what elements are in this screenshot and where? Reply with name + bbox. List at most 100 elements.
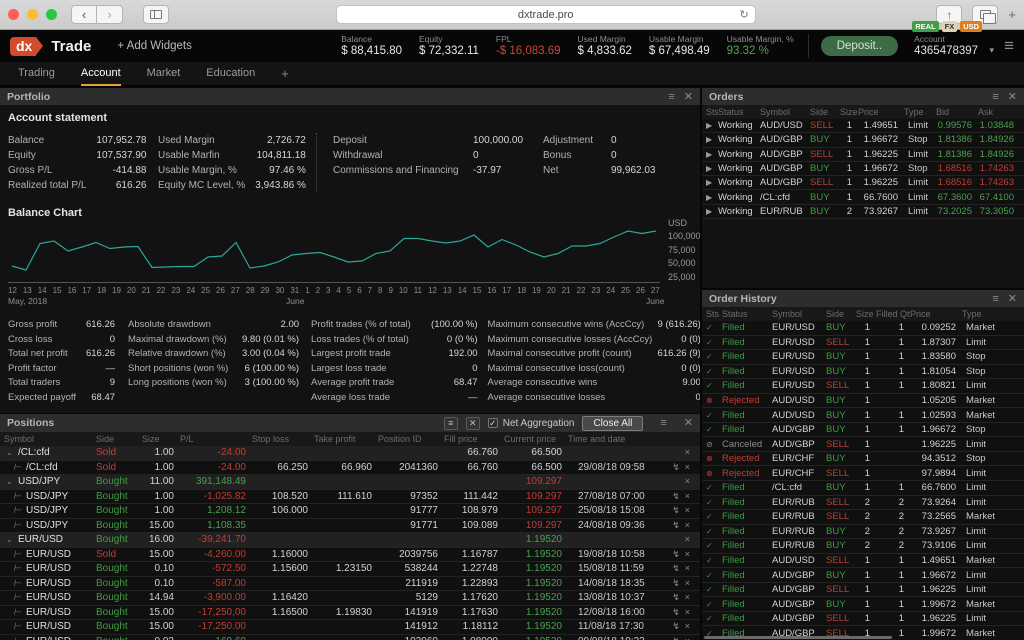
row-expand-icon[interactable]: ⊢ (12, 520, 22, 531)
column-header[interactable]: Sts (706, 309, 722, 319)
column-header[interactable]: Status (718, 107, 760, 117)
row-expand-icon[interactable]: ⊢ (12, 491, 22, 502)
position-row[interactable]: ⌄USD/JPY Bought 11.00 391,148.49 109.297… (0, 475, 700, 490)
row-expand-icon[interactable]: ⊢ (12, 621, 22, 632)
position-row[interactable]: ⊢EUR/USD Bought 15.00 -17,250,00 1.16500… (0, 606, 700, 621)
order-row[interactable]: ▶ Working AUD/GBP SELL 1 1.96225 Limit 1… (702, 176, 1024, 190)
order-history-row[interactable]: ✓ Filled AUD/GBP BUY 1 1 1.96672 Stop (702, 423, 1024, 438)
panel-menu-icon[interactable]: ≡ (660, 418, 666, 428)
position-row[interactable]: ⊢USD/JPY Bought 15.00 1,108.35 91771 109… (0, 519, 700, 534)
order-history-row[interactable]: ⊘ Canceled AUD/GBP SELL 1 1.96225 Limit (702, 437, 1024, 452)
add-widgets-button[interactable]: + Add Widgets (117, 40, 191, 52)
main-menu-icon[interactable]: ≡ (1004, 38, 1014, 54)
reverse-position-icon[interactable]: ↯ (672, 549, 680, 559)
column-header[interactable]: Time and date (568, 434, 660, 444)
position-row[interactable]: ⊢/CL:cfd Sold 1.00 -24.00 66.250 66.960 … (0, 461, 700, 476)
close-position-icon[interactable]: × (685, 534, 690, 544)
order-history-row[interactable]: ✓ Filled EUR/RUB SELL 2 2 73.2565 Market (702, 510, 1024, 525)
order-row[interactable]: ▶ Working AUD/GBP BUY 1 1.96672 Stop 1.8… (702, 133, 1024, 147)
column-header[interactable]: Price (910, 309, 962, 319)
close-all-button[interactable]: Close All (582, 416, 643, 431)
column-header[interactable]: Status (722, 309, 772, 319)
expand-row-icon[interactable]: ▶ (706, 193, 718, 202)
position-row[interactable]: ⊢EUR/USD Bought 0.10 -572.50 1.15600 1.2… (0, 562, 700, 577)
order-row[interactable]: ▶ Working EUR/RUB BUY 2 73.9267 Limit 73… (702, 205, 1024, 219)
panel-menu-icon[interactable]: ≡ (992, 294, 998, 304)
order-history-row[interactable]: ✓ Filled EUR/RUB BUY 2 2 73.9106 Limit (702, 539, 1024, 554)
minimize-window-button[interactable] (27, 9, 38, 20)
column-header[interactable]: Size (142, 434, 180, 444)
expand-row-icon[interactable]: ▶ (706, 178, 718, 187)
new-tab-button[interactable]: + (1008, 7, 1016, 22)
close-position-icon[interactable]: × (685, 549, 690, 559)
reverse-position-icon[interactable]: ↯ (672, 636, 680, 640)
position-row[interactable]: ⌄/CL:cfd Sold 1.00 -24.00 66.760 66.500 … (0, 446, 700, 461)
close-position-icon[interactable]: × (685, 621, 690, 631)
expand-row-icon[interactable]: ▶ (706, 164, 718, 173)
panel-close-icon[interactable]: ✕ (1008, 92, 1017, 102)
reverse-position-icon[interactable]: ↯ (672, 520, 680, 530)
forward-button[interactable]: › (97, 5, 123, 24)
order-history-row[interactable]: ⊗ Rejected EUR/CHF BUY 1 94.3512 Stop (702, 452, 1024, 467)
column-header[interactable]: Fill price (444, 434, 504, 444)
list-view-button[interactable]: ≡ (444, 417, 458, 430)
panel-close-icon[interactable]: ✕ (1008, 294, 1017, 304)
column-header[interactable]: Type (962, 309, 1008, 319)
position-row[interactable]: ⊢EUR/USD Bought 14.94 -3,900.00 1.16420 … (0, 591, 700, 606)
order-history-row[interactable]: ✓ Filled AUD/GBP BUY 1 1 1.99672 Market (702, 597, 1024, 612)
order-history-row[interactable]: ✓ Filled EUR/RUB SELL 2 2 73.9264 Limit (702, 496, 1024, 511)
reverse-position-icon[interactable]: ↯ (672, 607, 680, 617)
order-history-row[interactable]: ✓ Filled EUR/USD BUY 1 1 1.81054 Stop (702, 365, 1024, 380)
order-history-row[interactable]: ✓ Filled AUD/GBP BUY 1 1 1.96672 Limit (702, 568, 1024, 583)
expand-row-icon[interactable]: ▶ (706, 207, 718, 216)
position-row[interactable]: ⊢USD/JPY Bought 1.00 -1,025.82 108.520 1… (0, 490, 700, 505)
close-position-icon[interactable]: × (685, 636, 690, 640)
close-position-icon[interactable]: × (685, 491, 690, 501)
horizontal-scrollbar[interactable] (704, 636, 892, 639)
column-header[interactable]: Position ID (378, 434, 444, 444)
order-history-row[interactable]: ✓ Filled AUD/GBP SELL 1 1 1.96225 Limit (702, 583, 1024, 598)
column-header[interactable]: Symbol (772, 309, 826, 319)
close-position-icon[interactable]: × (685, 520, 690, 530)
column-header[interactable]: Symbol (760, 107, 810, 117)
workspace-tab[interactable]: Market (147, 62, 181, 86)
order-history-row[interactable]: ✓ Filled AUD/USD SELL 1 1 1.49651 Market (702, 554, 1024, 569)
order-history-row[interactable]: ✓ Filled AUD/USD BUY 1 1 1.02593 Market (702, 408, 1024, 423)
panel-close-icon[interactable]: ✕ (684, 92, 693, 102)
order-history-row[interactable]: ⊗ Rejected AUD/USD BUY 1 1.05205 Market (702, 394, 1024, 409)
reverse-position-icon[interactable]: ↯ (672, 592, 680, 602)
row-expand-icon[interactable]: ⊢ (12, 563, 22, 574)
address-bar[interactable]: dxtrade.pro ↻ (336, 5, 756, 24)
position-row[interactable]: ⊢EUR/USD Bought 0.02 169.60 103060 1.080… (0, 635, 700, 640)
position-row[interactable]: ⊢EUR/USD Bought 0.10 -587.00 211919 1.22… (0, 577, 700, 592)
back-button[interactable]: ‹ (71, 5, 97, 24)
column-header[interactable]: Sts (706, 107, 718, 117)
reload-icon[interactable]: ↻ (739, 8, 748, 21)
column-header[interactable]: Bid (936, 107, 978, 117)
close-position-icon[interactable]: × (685, 462, 690, 472)
net-aggregation-checkbox[interactable]: ✓ Net Aggregation (488, 418, 575, 429)
reverse-position-icon[interactable]: ↯ (672, 578, 680, 588)
reverse-position-icon[interactable]: ↯ (672, 462, 680, 472)
order-history-row[interactable]: ✓ Filled EUR/USD BUY 1 1 1.83580 Stop (702, 350, 1024, 365)
workspace-tab[interactable]: Education (206, 62, 255, 86)
column-header[interactable]: Symbol (4, 434, 96, 444)
row-expand-icon[interactable]: ⊢ (12, 592, 22, 603)
close-position-icon[interactable]: × (685, 505, 690, 515)
row-expand-icon[interactable]: ⊢ (12, 505, 22, 516)
zoom-window-button[interactable] (46, 9, 57, 20)
expand-row-icon[interactable]: ▶ (706, 150, 718, 159)
column-header[interactable]: Type (904, 107, 936, 117)
row-expand-icon[interactable]: ⊢ (12, 607, 22, 618)
row-expand-icon[interactable]: ⊢ (12, 549, 22, 560)
close-position-icon[interactable]: × (685, 607, 690, 617)
expand-row-icon[interactable]: ▶ (706, 135, 718, 144)
column-header[interactable]: Ask (978, 107, 1020, 117)
row-expand-icon[interactable]: ⊢ (12, 462, 22, 473)
order-history-row[interactable]: ✓ Filled EUR/USD BUY 1 1 0.09252 Market (702, 321, 1024, 336)
column-header[interactable]: Side (96, 434, 142, 444)
order-history-row[interactable]: ✓ Filled AUD/GBP SELL 1 1 1.96225 Limit (702, 612, 1024, 627)
reverse-position-icon[interactable]: ↯ (672, 491, 680, 501)
column-header[interactable]: Stop loss (252, 434, 314, 444)
column-header[interactable]: Filled Qty (876, 309, 910, 319)
